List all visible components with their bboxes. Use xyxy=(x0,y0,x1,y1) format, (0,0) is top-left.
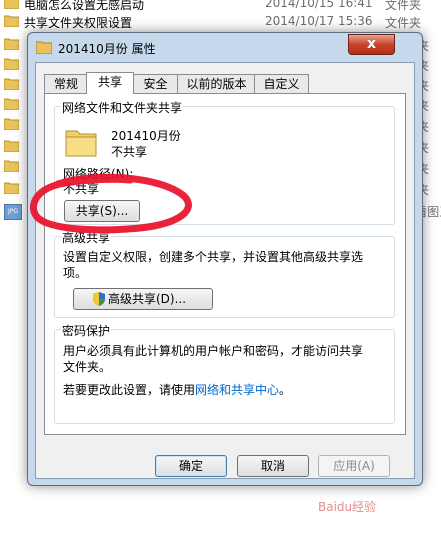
network-path-value: 不共享 xyxy=(63,182,100,196)
network-sharing-center-link[interactable]: 网络和共享中心 xyxy=(195,383,279,397)
cancel-button[interactable]: 取消 xyxy=(237,455,309,477)
close-icon: x xyxy=(366,36,377,52)
uac-shield-icon xyxy=(93,292,105,306)
password-change-text: 若要更改此设置，请使用网络和共享中心。 xyxy=(63,382,291,398)
advanced-sharing-group: 高级共享 设置自定义权限，创建多个共享，并设置其他高级共享选项。 高级共享(D)… xyxy=(54,229,395,318)
tab-previous-versions[interactable]: 以前的版本 xyxy=(177,74,256,93)
change-prefix: 若要更改此设置，请使用 xyxy=(63,383,196,397)
folder-icon xyxy=(4,0,19,9)
password-description: 用户必须具有此计算机的用户帐户和密码，才能访问共享文件夹。 xyxy=(63,344,364,374)
ok-button[interactable]: 确定 xyxy=(155,455,227,477)
folder-icon xyxy=(4,38,19,50)
folder-icon xyxy=(4,160,19,172)
tab-sharing[interactable]: 共享 xyxy=(86,72,134,94)
folder-icon xyxy=(36,41,52,54)
group-title: 密码保护 xyxy=(61,322,112,339)
folder-icon xyxy=(4,118,19,130)
group-title: 网络文件和文件夹共享 xyxy=(61,99,184,116)
file-date: 2014/10/15 16:41 xyxy=(265,0,373,10)
folder-icon xyxy=(4,140,19,152)
close-button[interactable]: x xyxy=(348,34,395,55)
apply-button[interactable]: 应用(A) xyxy=(318,455,390,477)
jpg-file-icon: JPG xyxy=(4,204,22,220)
tab-security[interactable]: 安全 xyxy=(132,74,179,93)
folder-icon xyxy=(4,78,19,90)
dialog-title: 201410月份 属性 xyxy=(58,42,156,56)
dialog-body: 常规 共享 安全 以前的版本 自定义 网络文件和文件夹共享 201410月份 不… xyxy=(35,62,415,479)
advanced-sharing-button-label: 高级共享(D)... xyxy=(108,292,187,306)
list-item[interactable]: 共享文件夹权限设置 2014/10/17 15:36 文件夹 xyxy=(0,12,441,32)
share-status: 不共享 xyxy=(111,145,148,159)
folder-icon xyxy=(65,130,97,157)
network-sharing-group: 网络文件和文件夹共享 201410月份 不共享 网络路径(N): 不共享 共享(… xyxy=(54,99,395,225)
tab-customize[interactable]: 自定义 xyxy=(254,74,309,93)
folder-icon xyxy=(4,182,19,194)
properties-dialog: 201410月份 属性 x 常规 共享 安全 以前的版本 自定义 网络文件和文件… xyxy=(27,32,423,486)
file-date: 2014/10/17 15:36 xyxy=(265,14,373,28)
file-type: 文件夹 xyxy=(385,16,422,30)
folder-name: 201410月份 xyxy=(111,129,181,143)
title-bar[interactable]: 201410月份 属性 x xyxy=(28,33,422,61)
sharing-panel: 网络文件和文件夹共享 201410月份 不共享 网络路径(N): 不共享 共享(… xyxy=(44,93,406,435)
group-title: 高级共享 xyxy=(61,229,112,246)
advanced-sharing-button[interactable]: 高级共享(D)... xyxy=(73,288,213,310)
watermark: Baidu经验 xyxy=(318,500,377,514)
file-name: 共享文件夹权限设置 xyxy=(24,16,133,30)
tab-general[interactable]: 常规 xyxy=(44,74,88,93)
folder-icon xyxy=(4,15,19,27)
advanced-sharing-description: 设置自定义权限，创建多个共享，并设置其他高级共享选项。 xyxy=(63,250,364,280)
folder-icon xyxy=(4,58,19,70)
change-suffix: 。 xyxy=(279,383,292,397)
folder-icon xyxy=(4,98,19,110)
share-button[interactable]: 共享(S)... xyxy=(64,200,140,222)
password-protection-group: 密码保护 用户必须具有此计算机的用户帐户和密码，才能访问共享文件夹。 若要更改此… xyxy=(54,322,395,424)
